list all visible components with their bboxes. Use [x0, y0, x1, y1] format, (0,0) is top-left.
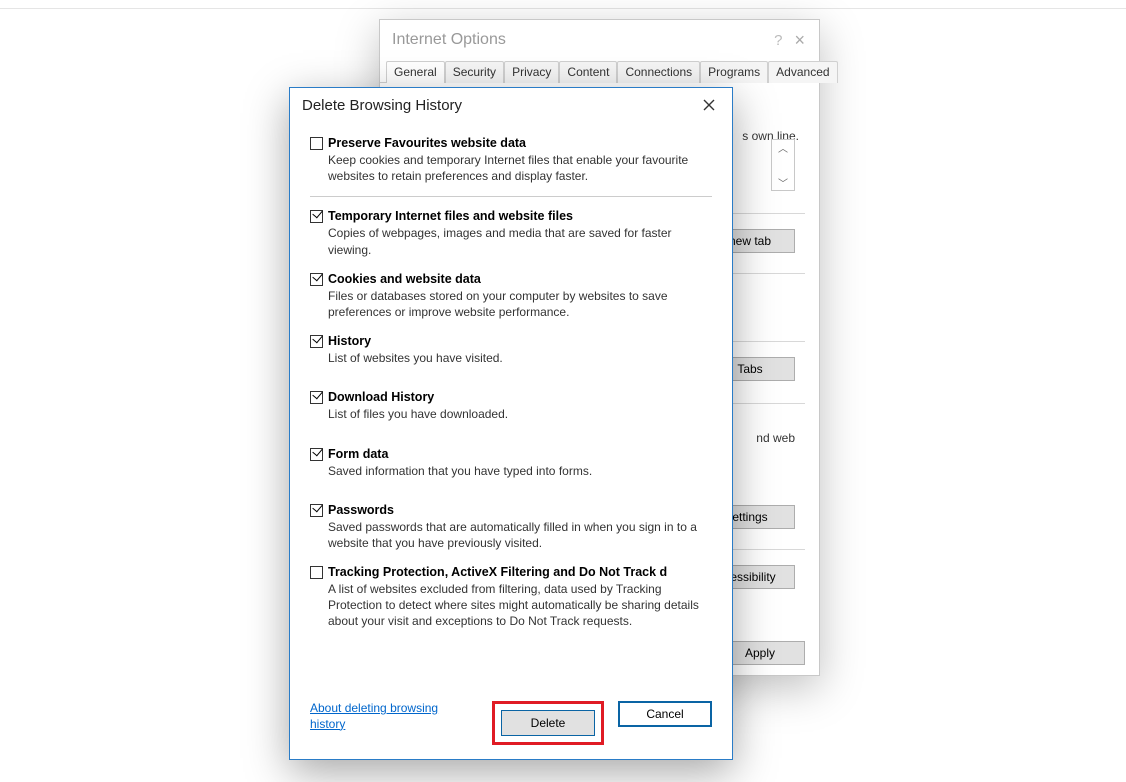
page-divider: [0, 8, 1126, 9]
tab-programs[interactable]: Programs: [700, 61, 768, 83]
option-desc: Saved passwords that are automatically f…: [328, 517, 712, 551]
option-preserve: Preserve Favourites website data Keep co…: [310, 132, 712, 190]
close-icon[interactable]: ×: [794, 30, 805, 51]
tab-content[interactable]: Content: [559, 61, 617, 83]
tab-security[interactable]: Security: [445, 61, 504, 83]
divider: [310, 196, 712, 197]
internet-options-titlebar: Internet Options ? ×: [380, 20, 819, 60]
delete-highlight: Delete: [492, 701, 604, 745]
checkbox-passwords[interactable]: [310, 504, 323, 517]
delete-browsing-history-dialog: Delete Browsing History Preserve Favouri…: [289, 87, 733, 760]
option-label: Download History: [328, 390, 712, 404]
tab-privacy[interactable]: Privacy: [504, 61, 559, 83]
chevron-up-icon[interactable]: ︿: [778, 140, 788, 155]
option-desc: List of websites you have visited.: [328, 348, 712, 366]
option-label: Preserve Favourites website data: [328, 136, 712, 150]
checkbox-tracking[interactable]: [310, 566, 323, 579]
option-formdata: Form data Saved information that you hav…: [310, 439, 712, 485]
about-deleting-link[interactable]: About deleting browsing history: [310, 701, 460, 732]
close-icon[interactable]: [694, 92, 724, 118]
chevron-down-icon[interactable]: ﹀: [778, 175, 788, 190]
option-desc: Copies of webpages, images and media tha…: [328, 223, 712, 257]
option-desc: Keep cookies and temporary Internet file…: [328, 150, 712, 184]
homepage-scroll[interactable]: ︿ ﹀: [771, 139, 795, 191]
dialog-title: Delete Browsing History: [302, 97, 694, 114]
tab-connections[interactable]: Connections: [617, 61, 700, 83]
dialog-titlebar: Delete Browsing History: [290, 88, 732, 122]
checkbox-formdata[interactable]: [310, 448, 323, 461]
option-passwords: Passwords Saved passwords that are autom…: [310, 495, 712, 557]
dialog-body: Preserve Favourites website data Keep co…: [290, 122, 732, 650]
option-download: Download History List of files you have …: [310, 382, 712, 428]
checkbox-tempfiles[interactable]: [310, 210, 323, 223]
option-history: History List of websites you have visite…: [310, 326, 712, 372]
bg-text-fragment: nd web: [756, 431, 795, 445]
tab-advanced[interactable]: Advanced: [768, 61, 837, 83]
option-tempfiles: Temporary Internet files and website fil…: [310, 201, 712, 263]
option-label: Tracking Protection, ActiveX Filtering a…: [328, 565, 712, 579]
option-desc: A list of websites excluded from filteri…: [328, 579, 712, 630]
option-desc: List of files you have downloaded.: [328, 404, 712, 422]
option-label: History: [328, 334, 712, 348]
option-label: Passwords: [328, 503, 712, 517]
checkbox-preserve[interactable]: [310, 137, 323, 150]
dialog-footer: About deleting browsing history Delete C…: [290, 701, 732, 745]
checkbox-history[interactable]: [310, 335, 323, 348]
checkbox-cookies[interactable]: [310, 273, 323, 286]
tab-general[interactable]: General: [386, 61, 445, 83]
cancel-button[interactable]: Cancel: [618, 701, 712, 727]
option-desc: Files or databases stored on your comput…: [328, 286, 712, 320]
option-cookies: Cookies and website data Files or databa…: [310, 264, 712, 326]
delete-button[interactable]: Delete: [501, 710, 595, 736]
internet-options-title: Internet Options: [392, 31, 762, 49]
checkbox-download[interactable]: [310, 391, 323, 404]
option-tracking: Tracking Protection, ActiveX Filtering a…: [310, 557, 712, 636]
option-label: Temporary Internet files and website fil…: [328, 209, 712, 223]
option-label: Form data: [328, 447, 712, 461]
option-label: Cookies and website data: [328, 272, 712, 286]
help-icon[interactable]: ?: [774, 32, 782, 49]
internet-options-tabs: General Security Privacy Content Connect…: [380, 60, 819, 83]
option-desc: Saved information that you have typed in…: [328, 461, 712, 479]
